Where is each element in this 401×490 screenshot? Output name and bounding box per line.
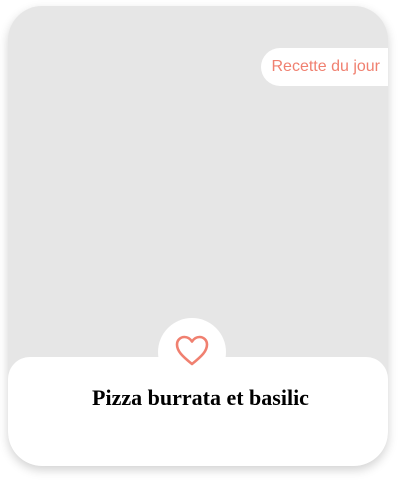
heart-outline-icon xyxy=(175,335,209,366)
badge-label: Recette du jour xyxy=(271,58,380,75)
recipe-title: Pizza burrata et basilic xyxy=(92,385,309,410)
favorite-button[interactable] xyxy=(158,318,226,386)
recipe-of-the-day-badge: Recette du jour xyxy=(261,48,388,86)
